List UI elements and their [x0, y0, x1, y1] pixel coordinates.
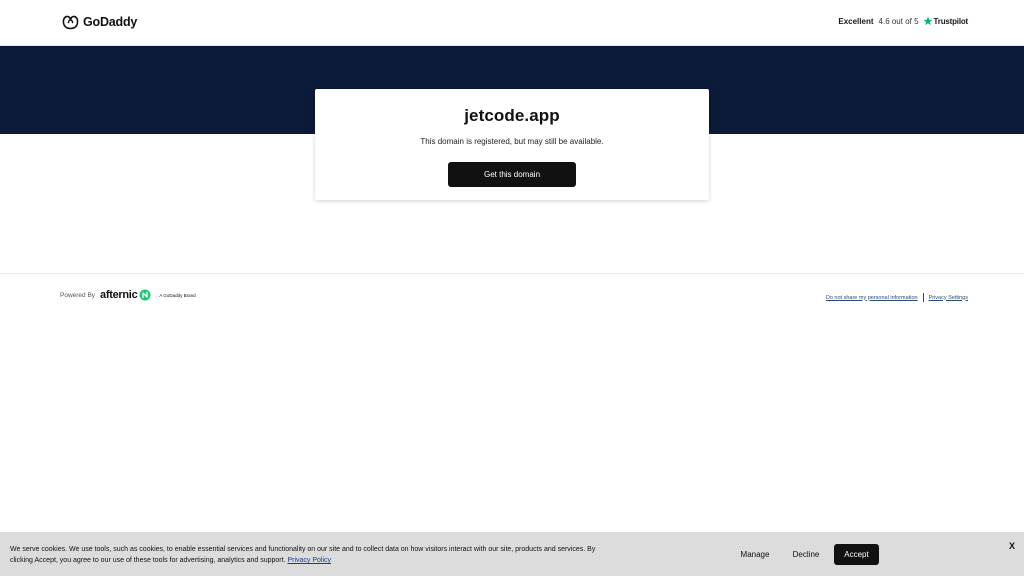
powered-by: Powered By afternic A GoDaddy Brand	[60, 289, 196, 301]
do-not-share-link[interactable]: Do not share my personal information	[826, 295, 918, 301]
footer-links: Do not share my personal information Pri…	[826, 293, 968, 302]
cookie-text: We serve cookies. We use tools, such as …	[10, 544, 620, 566]
domain-name: jetcode.app	[464, 106, 560, 125]
afternic-logo-text[interactable]: afternic	[100, 289, 138, 301]
trustpilot-star-icon	[923, 16, 933, 26]
brand-name: GoDaddy	[83, 15, 138, 29]
godaddy-logo-icon	[62, 15, 79, 30]
godaddy-logo[interactable]: GoDaddy	[62, 14, 137, 30]
powered-by-label: Powered By	[60, 291, 96, 299]
site-header: GoDaddy Excellent 4.6 out of 5 Trustpilo…	[0, 0, 1024, 46]
decline-cookies-button[interactable]: Decline	[784, 544, 828, 565]
manage-cookies-button[interactable]: Manage	[731, 544, 779, 565]
get-domain-button[interactable]: Get this domain	[448, 162, 576, 187]
rating-score: 4.6 out of 5	[878, 16, 919, 26]
trustpilot-name: Trustpilot	[933, 16, 969, 26]
privacy-settings-link[interactable]: Privacy Settings	[929, 295, 968, 301]
godaddy-brand-tagline: A GoDaddy Brand	[159, 292, 196, 298]
section-divider	[0, 273, 1024, 274]
domain-status-text: This domain is registered, but may still…	[420, 137, 604, 146]
afternic-logo-icon	[139, 289, 151, 301]
cookie-banner: We serve cookies. We use tools, such as …	[0, 532, 1024, 576]
domain-card: jetcode.app This domain is registered, b…	[315, 89, 709, 200]
trustpilot-rating[interactable]: Excellent 4.6 out of 5 Trustpilot	[838, 16, 968, 26]
accept-cookies-button[interactable]: Accept	[834, 544, 879, 565]
rating-label: Excellent	[838, 16, 874, 26]
close-banner-button[interactable]: X	[1006, 540, 1018, 552]
link-separator	[922, 293, 924, 302]
privacy-policy-link[interactable]: Privacy Policy	[287, 557, 331, 564]
